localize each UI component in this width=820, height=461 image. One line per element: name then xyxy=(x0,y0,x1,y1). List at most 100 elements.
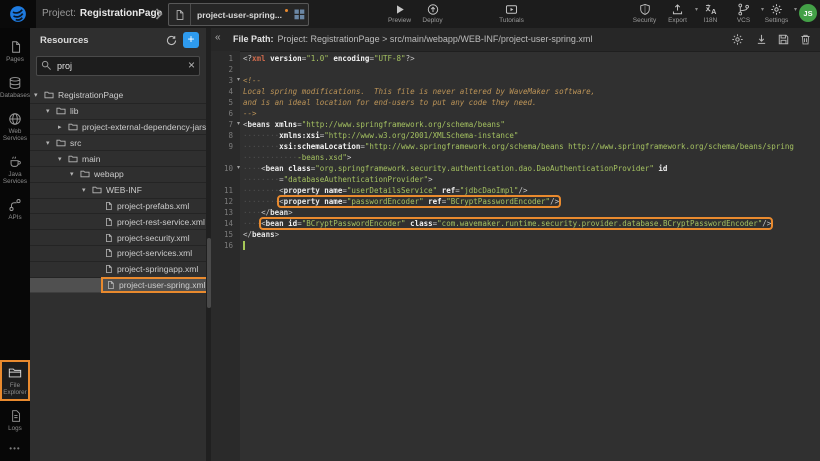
api-icon xyxy=(8,198,22,212)
code-token: property xyxy=(284,186,320,195)
user-avatar[interactable]: JS xyxy=(799,4,817,22)
sidebar-item-apis[interactable]: APIs xyxy=(1,193,29,225)
security-button[interactable]: Security xyxy=(628,2,661,24)
settings-button[interactable]: Settings xyxy=(760,2,793,24)
fold-arrow-icon[interactable] xyxy=(237,119,240,130)
code-line[interactable]: 11 ········<property name="userDetailsSe… xyxy=(211,185,820,196)
tree-row[interactable]: project-services.xml xyxy=(30,246,206,262)
code-token: > xyxy=(288,208,293,217)
tree-row[interactable]: ▸ project-external-dependency-jars xyxy=(30,120,206,136)
code-token: /> xyxy=(550,197,559,206)
clear-search-icon[interactable] xyxy=(188,58,195,72)
add-resource-button[interactable] xyxy=(183,32,199,48)
tree-row[interactable]: ▾ src xyxy=(30,135,206,151)
code-line[interactable]: 8 ········xmlns:xsi="http://www.w3.org/2… xyxy=(211,130,820,141)
code-line[interactable]: 5 and is an ideal location for end-users… xyxy=(211,97,820,108)
delete-icon[interactable] xyxy=(799,33,812,46)
code-token: xmlns xyxy=(275,120,298,129)
tutorials-button[interactable]: Tutorials xyxy=(495,2,528,24)
tree-row[interactable]: project-security.xml xyxy=(30,230,206,246)
tree-expand-arrow[interactable]: ▾ xyxy=(46,107,56,115)
folder-icon xyxy=(68,122,78,132)
tree-row[interactable]: project-springapp.xml xyxy=(30,262,206,278)
download-icon[interactable] xyxy=(755,33,768,46)
tree-row[interactable]: ▾ WEB-INF xyxy=(30,183,206,199)
tree-label: project-services.xml xyxy=(117,248,192,258)
collapse-panel-button[interactable] xyxy=(215,32,221,43)
code-line[interactable]: 13 ····</bean> xyxy=(211,207,820,218)
chevron-down-icon xyxy=(794,6,797,13)
tree-row[interactable]: ▾ RegistrationPage xyxy=(30,88,206,104)
vcs-button[interactable]: VCS xyxy=(727,2,760,24)
tree-expand-arrow[interactable]: ▸ xyxy=(58,123,68,131)
project-name[interactable]: RegistrationPage xyxy=(80,8,162,19)
i18n-button[interactable]: A I18N xyxy=(694,2,727,24)
tree-expand-arrow[interactable]: ▾ xyxy=(58,155,68,163)
more-options-button[interactable] xyxy=(0,440,30,457)
tree-expand-arrow[interactable]: ▾ xyxy=(70,170,80,178)
deploy-button[interactable]: Deploy xyxy=(416,2,449,24)
logs-icon xyxy=(9,409,22,423)
code-token: beans xyxy=(248,120,271,129)
folder-icon xyxy=(56,106,66,116)
tree-row[interactable]: project-user-spring.xml xyxy=(30,278,206,294)
code-line[interactable]: 4 Local spring modifications. This file … xyxy=(211,86,820,97)
code-line[interactable]: 10 ····<bean class="org.springframework.… xyxy=(211,163,820,174)
tree-expand-arrow[interactable]: ▾ xyxy=(46,139,56,147)
preview-button[interactable]: Preview xyxy=(383,2,416,24)
code-token: "http://www.springframework.org/schema/b… xyxy=(302,120,505,129)
code-line[interactable]: 3 <!-- xyxy=(211,75,820,86)
code-line[interactable]: ············-beans.xsd"> xyxy=(211,152,820,163)
tree-label: WEB-INF xyxy=(106,185,142,195)
save-icon[interactable] xyxy=(777,33,790,46)
tree-row[interactable]: ▾ main xyxy=(30,151,206,167)
code-line-content: ····<bean class="org.springframework.sec… xyxy=(240,163,667,174)
tab-project-user-spring[interactable]: project-user-spring... xyxy=(168,3,309,26)
folder-icon xyxy=(92,185,102,195)
fold-arrow-icon[interactable] xyxy=(237,163,240,174)
code-token: encoding xyxy=(333,54,369,63)
grid-icon[interactable] xyxy=(290,9,308,20)
tree-row[interactable]: ▾ lib xyxy=(30,104,206,120)
fold-arrow-icon[interactable] xyxy=(237,75,240,86)
file-icon xyxy=(104,217,113,227)
code-line[interactable]: ········="databaseAuthenticationProvider… xyxy=(211,174,820,185)
wavemaker-logo[interactable] xyxy=(0,0,36,28)
tree-expand-arrow[interactable]: ▾ xyxy=(82,186,92,194)
code-editor[interactable]: 1 <?xml version="1.0" encoding="UTF-8"?>… xyxy=(211,51,820,461)
export-button[interactable]: Export xyxy=(661,2,694,24)
code-line[interactable]: 2 xyxy=(211,64,820,75)
sidebar-item-pages[interactable]: Pages xyxy=(1,35,29,67)
editor-settings-gear-icon[interactable] xyxy=(731,33,744,46)
code-line[interactable]: 12 ········<property name="passwordEncod… xyxy=(211,196,820,207)
code-token: xsi:schemaLocation xyxy=(279,142,360,151)
tree-expand-arrow[interactable]: ▾ xyxy=(34,91,44,99)
code-line[interactable]: 14 ····<bean id="BCryptPasswordEncoder" … xyxy=(211,218,820,229)
tree-row[interactable]: ▾ webapp xyxy=(30,167,206,183)
sidebar-item-file-explorer[interactable]: File Explorer xyxy=(1,361,29,400)
refresh-icon[interactable] xyxy=(165,34,178,47)
search-input[interactable] xyxy=(36,56,200,76)
code-token: Local spring modifications. This file is… xyxy=(243,87,595,96)
file-icon xyxy=(104,264,113,274)
tree-row[interactable]: project-prefabs.xml xyxy=(30,199,206,215)
tree-row[interactable]: project-rest-service.xml xyxy=(30,214,206,230)
code-line-content: <?xml version="1.0" encoding="UTF-8"?> xyxy=(240,53,415,64)
code-line[interactable]: 7 <beans xmlns="http://www.springframewo… xyxy=(211,119,820,130)
sidebar-item-web-services[interactable]: Web Services xyxy=(1,107,29,146)
left-sidebar: Pages Databases Web Services xyxy=(0,28,30,461)
code-line[interactable]: 16 xyxy=(211,240,820,251)
code-token: "userDetailsService" xyxy=(347,186,437,195)
code-token: > xyxy=(275,230,280,239)
sidebar-item-databases[interactable]: Databases xyxy=(1,71,29,103)
code-token: ···· xyxy=(243,219,261,228)
sidebar-item-java-services[interactable]: Java Services xyxy=(1,150,29,189)
code-line[interactable]: 6 --> xyxy=(211,108,820,119)
code-token: version xyxy=(270,54,302,63)
code-line[interactable]: 9 ········xsi:schemaLocation="http://www… xyxy=(211,141,820,152)
scrollbar-thumb[interactable] xyxy=(207,238,211,308)
code-line[interactable]: 15 </beans> xyxy=(211,229,820,240)
export-label: Export xyxy=(668,17,687,24)
code-line[interactable]: 1 <?xml version="1.0" encoding="UTF-8"?> xyxy=(211,53,820,64)
sidebar-item-logs[interactable]: Logs xyxy=(1,404,29,436)
